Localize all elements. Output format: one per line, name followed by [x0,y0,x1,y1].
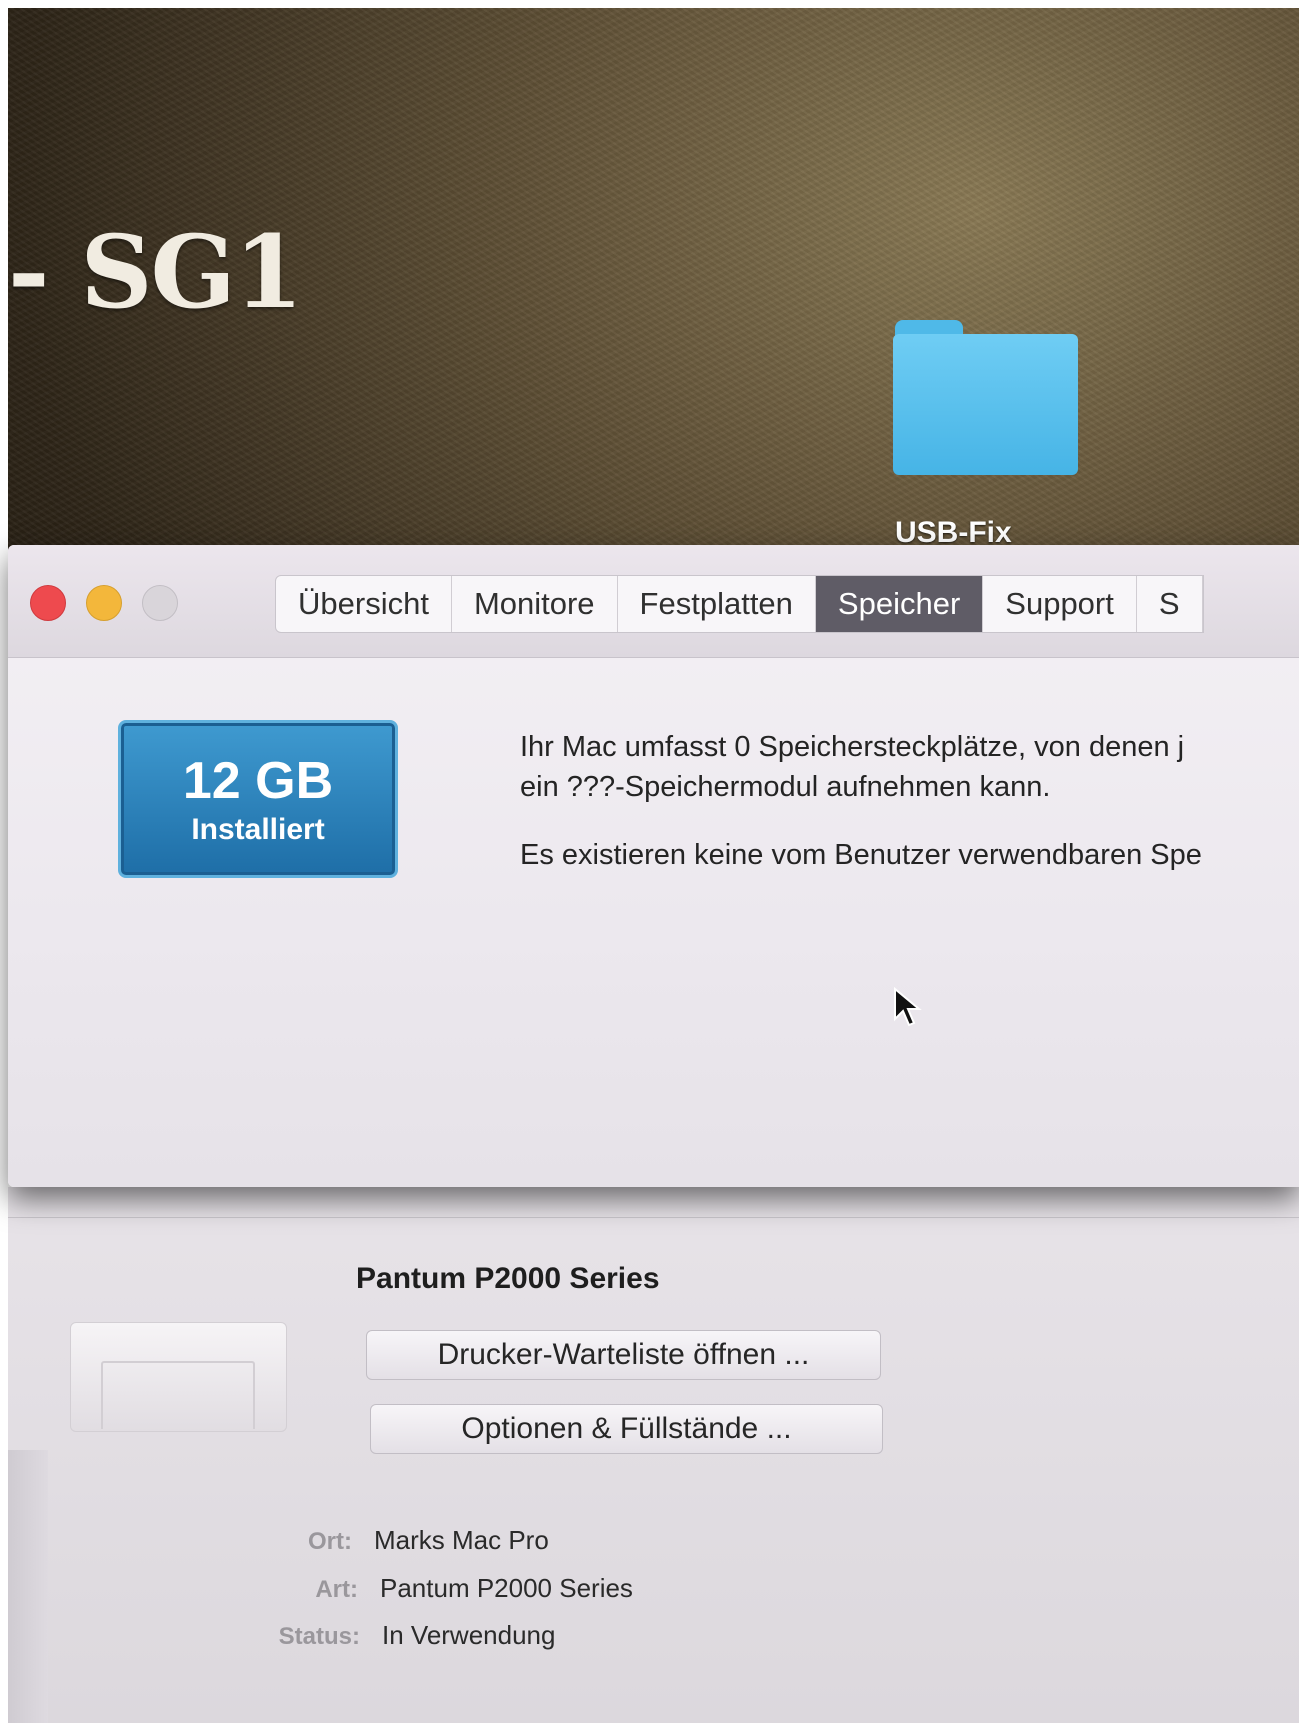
zoom-button[interactable] [142,585,178,621]
memory-info: Ihr Mac umfasst 0 Speichersteckplätze, v… [520,727,1299,903]
memory-module-text: ein ???-Speichermodul aufnehmen kann. [520,771,1051,803]
memory-user-slots-text: Es existieren keine vom Benutzer verwend… [520,839,1202,871]
open-print-queue-button[interactable]: Drucker-Warteliste öffnen ... [366,1330,881,1380]
tab-storage[interactable]: Festplatten [618,576,816,632]
desktop-volume-title: - SG1 [8,213,304,331]
printer-kind-row: Art: Pantum P2000 Series [290,1573,633,1604]
printer-status-row: Status: In Verwendung [262,1620,556,1651]
location-key: Ort: [308,1528,352,1555]
divider [8,1217,1299,1218]
memory-value: 12 GB [182,752,334,810]
printer-name: Pantum P2000 Series [356,1262,660,1295]
tab-bar: Übersicht Monitore Festplatten Speicher … [275,575,1204,633]
printer-icon [70,1322,287,1432]
folder-body [893,334,1078,475]
printer-paper-slot [101,1361,255,1429]
mouse-pointer-icon [893,986,923,1034]
close-button[interactable] [30,585,66,621]
options-supplies-button[interactable]: Optionen & Füllstände ... [370,1404,883,1454]
tab-service[interactable]: S [1137,576,1203,632]
status-value: In Verwendung [382,1620,556,1650]
kind-value: Pantum P2000 Series [380,1573,633,1603]
folder-icon[interactable] [893,320,1078,475]
printer-preferences-panel: Pantum P2000 Series Drucker-Warteliste ö… [8,1187,1299,1723]
about-this-mac-window: Übersicht Monitore Festplatten Speicher … [8,545,1299,1187]
memory-badge: 12 GB Installiert [118,720,398,878]
window-titlebar[interactable]: Übersicht Monitore Festplatten Speicher … [8,545,1299,658]
tab-overview[interactable]: Übersicht [276,576,452,632]
memory-label: Installiert [191,813,325,846]
sidebar-edge [8,1450,48,1723]
location-value: Marks Mac Pro [374,1525,549,1555]
status-key: Status: [278,1623,360,1650]
memory-info-line: Ihr Mac umfasst 0 Speichersteckplätze, v… [520,727,1299,807]
kind-key: Art: [315,1576,358,1603]
memory-tab-content: 12 GB Installiert Ihr Mac umfasst 0 Spei… [8,657,1299,1187]
minimize-button[interactable] [86,585,122,621]
memory-slots-text: Ihr Mac umfasst 0 Speichersteckplätze, v… [520,731,1185,763]
printer-location-row: Ort: Marks Mac Pro [290,1525,549,1556]
tab-memory[interactable]: Speicher [815,576,984,632]
tab-support[interactable]: Support [983,576,1137,632]
tab-displays[interactable]: Monitore [452,576,618,632]
